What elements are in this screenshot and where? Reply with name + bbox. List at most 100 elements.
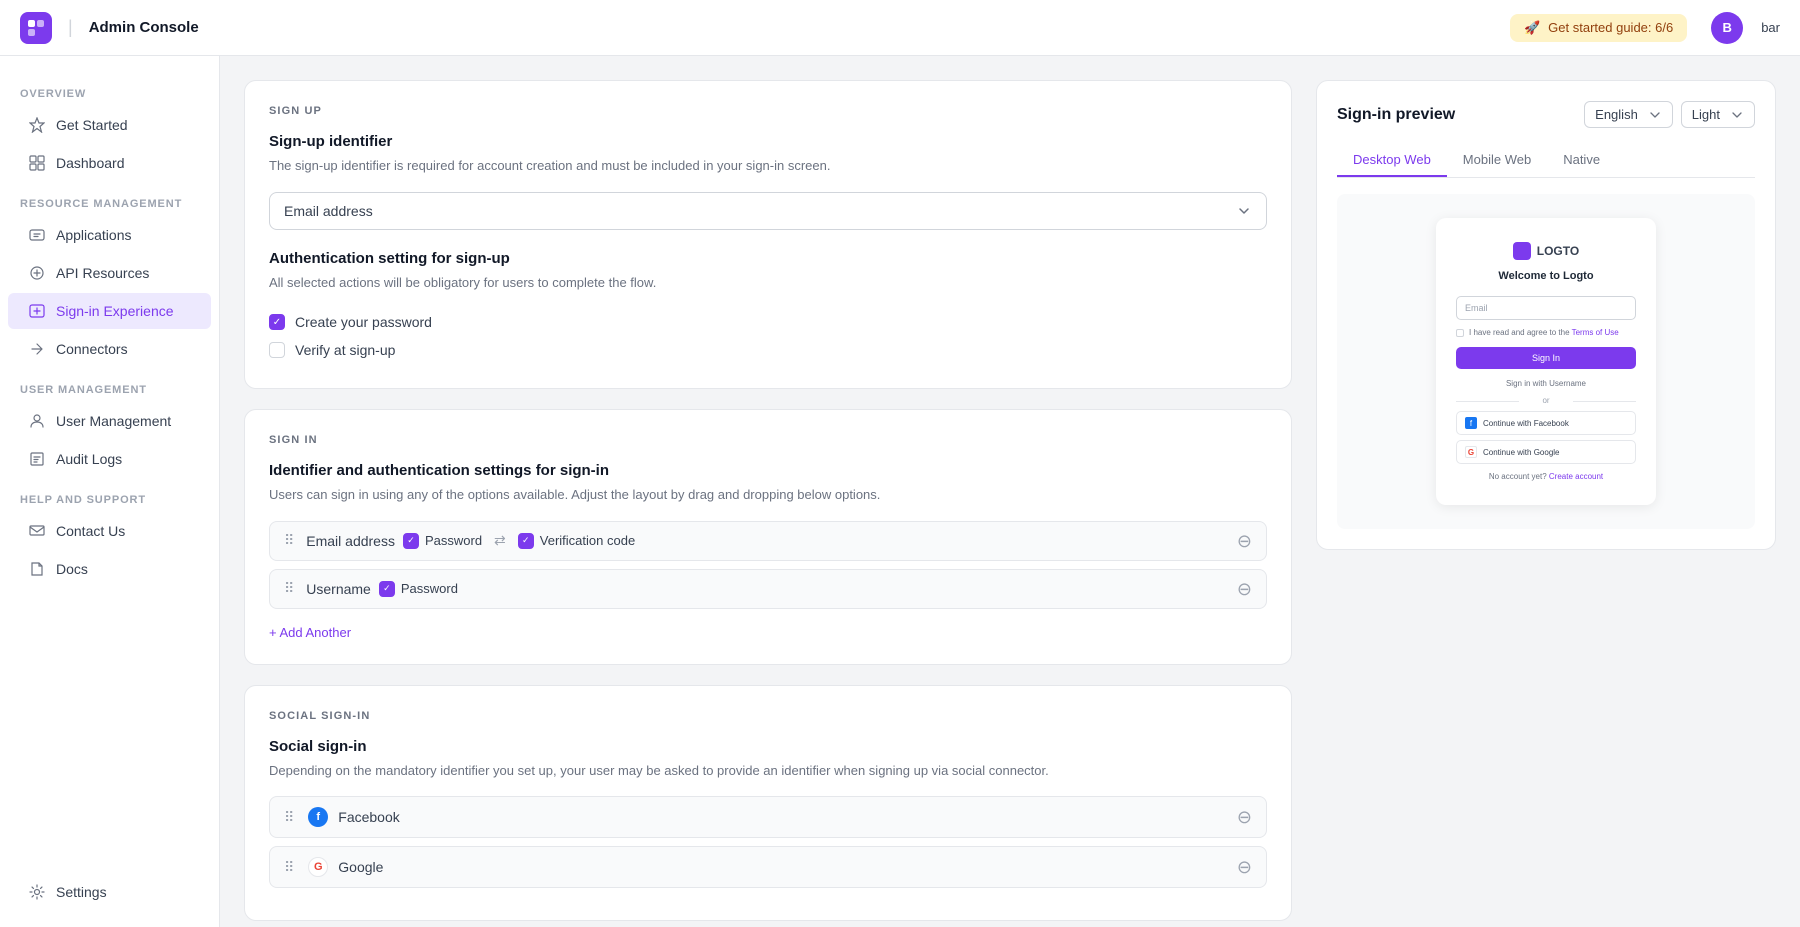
social-row-facebook: ⠿ f Facebook ⊖ xyxy=(269,796,1267,838)
social-title: Social sign-in xyxy=(269,738,1267,755)
sign-in-settings-title: Identifier and authentication settings f… xyxy=(269,462,1267,479)
verify-signup-checkbox[interactable]: Verify at sign-up xyxy=(269,336,1267,364)
avatar-name: bar xyxy=(1761,20,1780,35)
language-select[interactable]: English xyxy=(1584,101,1673,128)
verification-method-label: Verification code xyxy=(540,533,635,548)
remove-google-button[interactable]: ⊖ xyxy=(1237,858,1252,876)
signin-row-email: ⠿ Email address ✓ Password ⇄ ✓ xyxy=(269,521,1267,561)
mock-signin-card: LOGTO Welcome to Logto Email I have read… xyxy=(1436,218,1656,505)
user-management-icon xyxy=(28,412,46,430)
create-password-checkbox-box[interactable]: ✓ xyxy=(269,314,285,330)
preview-title: Sign-in preview xyxy=(1337,106,1455,124)
mock-terms-row: I have read and agree to the Terms of Us… xyxy=(1456,328,1636,337)
sidebar-item-docs[interactable]: Docs xyxy=(8,551,211,587)
password-method-label: Password xyxy=(425,533,482,548)
sidebar-item-label: Audit Logs xyxy=(56,451,122,467)
sidebar-item-applications[interactable]: Applications xyxy=(8,217,211,253)
guide-icon: 🚀 xyxy=(1524,20,1540,36)
preview-panel: Sign-in preview English Light xyxy=(1316,80,1776,903)
create-password-label: Create your password xyxy=(295,314,432,330)
signin-email-identifier: Email address xyxy=(306,533,395,549)
sidebar-item-label: Get Started xyxy=(56,117,128,133)
sidebar-section-user-mgmt: USER MANAGEMENT xyxy=(0,368,219,402)
remove-facebook-button[interactable]: ⊖ xyxy=(1237,808,1252,826)
tab-native[interactable]: Native xyxy=(1547,144,1616,177)
sign-in-section-label: SIGN IN xyxy=(269,434,1267,446)
checkmark-icon: ✓ xyxy=(273,317,281,328)
mock-facebook-btn: f Continue with Facebook xyxy=(1456,411,1636,435)
tab-mobile-web[interactable]: Mobile Web xyxy=(1447,144,1547,177)
tab-desktop-web[interactable]: Desktop Web xyxy=(1337,144,1447,177)
swap-icon: ⇄ xyxy=(490,532,510,549)
chevron-down-icon xyxy=(1648,108,1662,122)
get-started-icon xyxy=(28,116,46,134)
api-resources-icon xyxy=(28,264,46,282)
mock-footer-text: No account yet? Create account xyxy=(1456,472,1636,481)
sidebar-item-user-management[interactable]: User Management xyxy=(8,403,211,439)
sidebar-item-dashboard[interactable]: Dashboard xyxy=(8,145,211,181)
add-another-button[interactable]: + Add Another xyxy=(269,625,351,640)
logo-icon xyxy=(20,12,52,44)
sidebar-section-overview: OVERVIEW xyxy=(0,72,219,106)
sidebar-item-label: API Resources xyxy=(56,265,149,281)
theme-select[interactable]: Light xyxy=(1681,101,1755,128)
sidebar-section-help: HELP AND SUPPORT xyxy=(0,478,219,512)
create-password-checkbox[interactable]: ✓ Create your password xyxy=(269,308,1267,336)
signin-row-username: ⠿ Username ✓ Password ⊖ xyxy=(269,569,1267,609)
dashboard-icon xyxy=(28,154,46,172)
sidebar-item-connectors[interactable]: Connectors xyxy=(8,331,211,367)
main-content: SIGN UP Sign-up identifier The sign-up i… xyxy=(220,56,1800,927)
sign-in-settings-desc: Users can sign in using any of the optio… xyxy=(269,485,1267,505)
preview-header: Sign-in preview English Light xyxy=(1337,101,1755,128)
identifier-select[interactable]: Email address xyxy=(269,192,1267,230)
language-select-value: English xyxy=(1595,107,1638,122)
mock-logo-text: LOGTO xyxy=(1537,244,1579,258)
avatar[interactable]: B xyxy=(1711,12,1743,44)
sign-up-card: SIGN UP Sign-up identifier The sign-up i… xyxy=(244,80,1292,389)
facebook-label: Facebook xyxy=(338,809,399,825)
chevron-down-icon xyxy=(1236,203,1252,219)
sidebar-item-api-resources[interactable]: API Resources xyxy=(8,255,211,291)
password-checkbox[interactable]: ✓ xyxy=(403,533,419,549)
topbar: | Admin Console 🚀 Get started guide: 6/6… xyxy=(0,0,1800,56)
sidebar-item-label: Connectors xyxy=(56,341,128,357)
sidebar-item-label: Dashboard xyxy=(56,155,125,171)
audit-logs-icon xyxy=(28,450,46,468)
remove-email-row-button[interactable]: ⊖ xyxy=(1237,532,1252,550)
guide-button[interactable]: 🚀 Get started guide: 6/6 xyxy=(1510,14,1687,42)
mock-logo-mark xyxy=(1513,242,1531,260)
auth-setting-title: Authentication setting for sign-up xyxy=(269,250,1267,267)
verify-signup-checkbox-box[interactable] xyxy=(269,342,285,358)
social-sign-in-card: SOCIAL SIGN-IN Social sign-in Depending … xyxy=(244,685,1292,922)
drag-handle-icon: ⠿ xyxy=(284,532,294,549)
sidebar-item-contact-us[interactable]: Contact Us xyxy=(8,513,211,549)
sidebar-item-sign-in-experience[interactable]: Sign-in Experience xyxy=(8,293,211,329)
sidebar-item-settings[interactable]: Settings xyxy=(8,874,211,910)
sidebar-item-label: Contact Us xyxy=(56,523,125,539)
social-section-label: SOCIAL SIGN-IN xyxy=(269,710,1267,722)
cards-column: SIGN UP Sign-up identifier The sign-up i… xyxy=(244,80,1292,903)
social-desc: Depending on the mandatory identifier yo… xyxy=(269,761,1267,781)
sidebar-item-label: User Management xyxy=(56,413,171,429)
sidebar-item-audit-logs[interactable]: Audit Logs xyxy=(8,441,211,477)
mock-email-input: Email xyxy=(1456,296,1636,320)
username-password-checkbox[interactable]: ✓ xyxy=(379,581,395,597)
signin-username-password-method: ✓ Password xyxy=(379,581,458,597)
signin-verification-method: ✓ Verification code xyxy=(518,533,635,549)
google-label: Google xyxy=(338,859,383,875)
mock-signin-username-link: Sign in with Username xyxy=(1456,379,1636,388)
sign-in-card: SIGN IN Identifier and authentication se… xyxy=(244,409,1292,665)
docs-icon xyxy=(28,560,46,578)
topbar-app-title: Admin Console xyxy=(89,19,199,36)
settings-icon xyxy=(28,883,46,901)
sign-in-experience-icon xyxy=(28,302,46,320)
theme-select-value: Light xyxy=(1692,107,1720,122)
chevron-down-icon xyxy=(1730,108,1744,122)
connectors-icon xyxy=(28,340,46,358)
sidebar-item-get-started[interactable]: Get Started xyxy=(8,107,211,143)
remove-username-row-button[interactable]: ⊖ xyxy=(1237,580,1252,598)
verification-checkbox[interactable]: ✓ xyxy=(518,533,534,549)
signin-password-method: ✓ Password xyxy=(403,533,482,549)
sign-up-identifier-desc: The sign-up identifier is required for a… xyxy=(269,156,1267,176)
mock-signin-btn: Sign In xyxy=(1456,347,1636,369)
